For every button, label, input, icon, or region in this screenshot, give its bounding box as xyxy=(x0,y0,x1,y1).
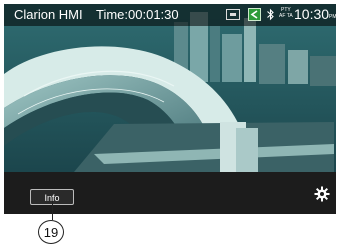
playback-time: Time:00:01:30 xyxy=(96,7,179,22)
callout-number: 19 xyxy=(43,225,59,240)
pty-af-ta-indicator: PTY AF TA xyxy=(279,7,293,19)
clock: 10:30 xyxy=(294,6,330,22)
status-bar: Clarion HMI Time:00:01:30 PTY AF TA 10:3… xyxy=(4,4,336,26)
app-title: Clarion HMI xyxy=(14,7,83,22)
gear-icon[interactable] xyxy=(314,186,330,202)
hmi-screen: Clarion HMI Time:00:01:30 PTY AF TA 10:3… xyxy=(4,4,336,214)
navigation-icon[interactable] xyxy=(248,8,261,21)
source-screen-icon[interactable] xyxy=(226,9,240,20)
callout-line xyxy=(52,201,53,220)
bottom-control-bar: Info xyxy=(4,172,336,214)
clock-ampm: PM xyxy=(329,14,336,20)
bluetooth-icon xyxy=(267,8,274,21)
af-ta-label: AF TA xyxy=(279,13,293,19)
callout-marker: 19 xyxy=(38,220,64,244)
